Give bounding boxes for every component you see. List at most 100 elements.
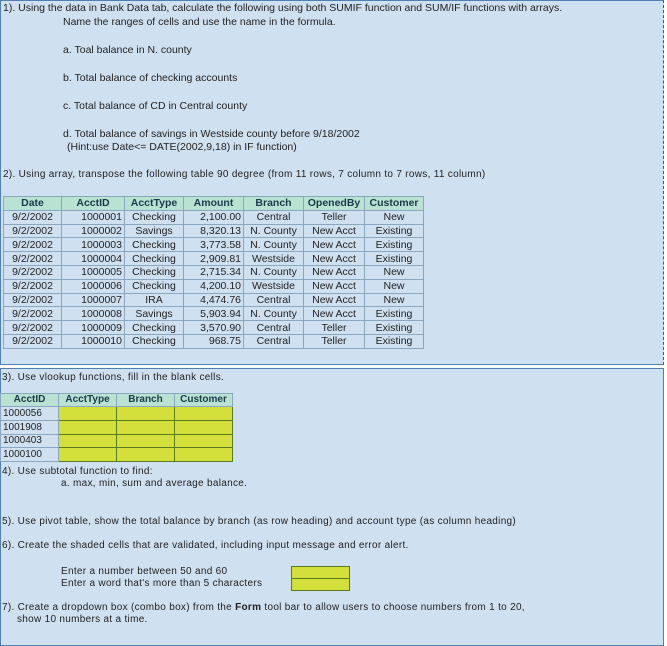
blank-cell[interactable] (58, 406, 117, 421)
table-cell: 1000008 (61, 306, 125, 322)
q5-text: 5). Use pivot table, show the total bala… (2, 516, 517, 527)
table-cell: Existing (364, 237, 424, 253)
q1-c: c. Total balance of CD in Central county (63, 100, 248, 112)
table-cell: Checking (124, 320, 184, 335)
table-cell: N. County (243, 237, 304, 253)
table-cell: 8,320.13 (183, 223, 244, 239)
table-cell: 2,909.81 (183, 251, 244, 266)
blank-cell[interactable] (174, 419, 233, 435)
q6-text: 6). Create the shaded cells that are val… (2, 540, 409, 551)
table-cell: Westside (243, 278, 304, 294)
table-cell: New (364, 278, 424, 294)
table-cell: Central (243, 320, 304, 335)
validation-label-2: Enter a word that's more than 5 characte… (61, 578, 263, 589)
acct-id-cell: 1000100 (0, 447, 59, 463)
column-header: Customer (364, 196, 424, 211)
table-cell: Existing (364, 333, 424, 349)
table-cell: 1000009 (61, 320, 125, 335)
table-cell: 9/2/2002 (3, 333, 62, 349)
table-row: 1000100 (0, 447, 233, 463)
table-cell: New Acct (303, 278, 365, 294)
table-row: 9/2/2002 1000005 Checking 2,715.34 N. County… (3, 264, 424, 280)
table-row: 9/2/2002 1000006 Checking 4,200.10 Westside N… (3, 278, 424, 294)
q1-a: a. Toal balance in N. county (63, 44, 192, 56)
table-cell: 9/2/2002 (3, 292, 62, 308)
table-row: 9/2/2002 1000002 Savings 8,320.13 N. County N… (3, 223, 424, 239)
table-cell: New Acct (303, 292, 365, 308)
blank-cell[interactable] (116, 433, 175, 449)
column-header: AcctID (61, 196, 125, 211)
table-cell: 4,200.10 (183, 278, 244, 294)
q1-b: b. Total balance of checking accounts (63, 72, 238, 84)
table-cell: Checking (124, 264, 184, 280)
table-cell: Central (243, 209, 304, 225)
table-cell: New (364, 209, 424, 225)
table-cell: 1000007 (61, 292, 125, 308)
table-row: 1000403 (0, 433, 233, 449)
table-cell: Checking (124, 237, 184, 253)
table-cell: 2,100.00 (183, 209, 244, 225)
table-cell: Savings (124, 223, 184, 239)
table-cell: 9/2/2002 (3, 209, 62, 225)
blank-cell[interactable] (174, 406, 233, 421)
table-row: 9/2/2002 1000004 Checking 2,909.81 Westside N… (3, 251, 424, 266)
blank-cell[interactable] (58, 433, 117, 449)
validated-word-cell[interactable] (291, 578, 350, 591)
table-cell: N. County (243, 306, 304, 322)
column-header: OpenedBy (303, 196, 365, 211)
blank-cell[interactable] (58, 447, 117, 463)
table-cell: Westside (243, 251, 304, 266)
table-cell: Teller (303, 209, 365, 225)
acct-id-cell: 1001908 (0, 419, 59, 435)
q1-text: 1). Using the data in Bank Data tab, cal… (3, 2, 563, 14)
table-cell: 1000005 (61, 264, 125, 280)
validation-label-1: Enter a number between 50 and 60 (61, 566, 228, 577)
blank-cell[interactable] (174, 447, 233, 463)
blank-cell[interactable] (116, 447, 175, 463)
table-row: 9/2/2002 1000008 Savings 5,903.94 N. County N… (3, 306, 424, 322)
table-cell: New (364, 264, 424, 280)
blank-cell[interactable] (116, 419, 175, 435)
table-cell: Teller (303, 333, 365, 349)
table-cell: 9/2/2002 (3, 306, 62, 322)
table-cell: 968.75 (183, 333, 244, 349)
table-row: 1001908 (0, 419, 233, 435)
table-cell: Existing (364, 251, 424, 266)
table-row: 9/2/2002 1000009 Checking 3,570.90 Central Te… (3, 320, 424, 335)
table-cell: New Acct (303, 223, 365, 239)
table-cell: 9/2/2002 (3, 237, 62, 253)
table-cell: 4,474.76 (183, 292, 244, 308)
table-cell: Checking (124, 251, 184, 266)
q4-text: 4). Use subtotal function to find: (2, 466, 153, 477)
table-cell: Savings (124, 306, 184, 322)
table-cell: Central (243, 292, 304, 308)
table-cell: New Acct (303, 251, 365, 266)
column-header: Branch (243, 196, 304, 211)
blank-cell[interactable] (174, 433, 233, 449)
column-header: Branch (116, 393, 175, 407)
table-cell: Existing (364, 223, 424, 239)
column-header: AcctType (58, 393, 117, 407)
table-cell: 1000002 (61, 223, 125, 239)
question-panel-2: 3). Use vlookup functions, fill in the b… (0, 368, 664, 646)
column-header: Customer (174, 393, 233, 407)
table-cell: Checking (124, 209, 184, 225)
q7-text: 7). Create a dropdown box (combo box) fr… (2, 602, 525, 613)
table-row: 9/2/2002 1000007 IRA 4,474.76 Central New Acc… (3, 292, 424, 308)
blank-cell[interactable] (58, 419, 117, 435)
table-cell: 1000001 (61, 209, 125, 225)
table-cell: 9/2/2002 (3, 264, 62, 280)
table-cell: 1000003 (61, 237, 125, 253)
column-header: AcctID (0, 393, 59, 407)
q1-d: d. Total balance of savings in Westside … (63, 128, 360, 140)
table-cell: N. County (243, 223, 304, 239)
blank-cell[interactable] (116, 406, 175, 421)
table-cell: 2,715.34 (183, 264, 244, 280)
table-row: 9/2/2002 1000001 Checking 2,100.00 Central Te… (3, 209, 424, 225)
table-row: 9/2/2002 1000003 Checking 3,773.58 N. County… (3, 237, 424, 253)
table-cell: 9/2/2002 (3, 278, 62, 294)
table-cell: New Acct (303, 264, 365, 280)
table-cell: Teller (303, 320, 365, 335)
column-header: Amount (183, 196, 244, 211)
table-cell: 1000010 (61, 333, 125, 349)
